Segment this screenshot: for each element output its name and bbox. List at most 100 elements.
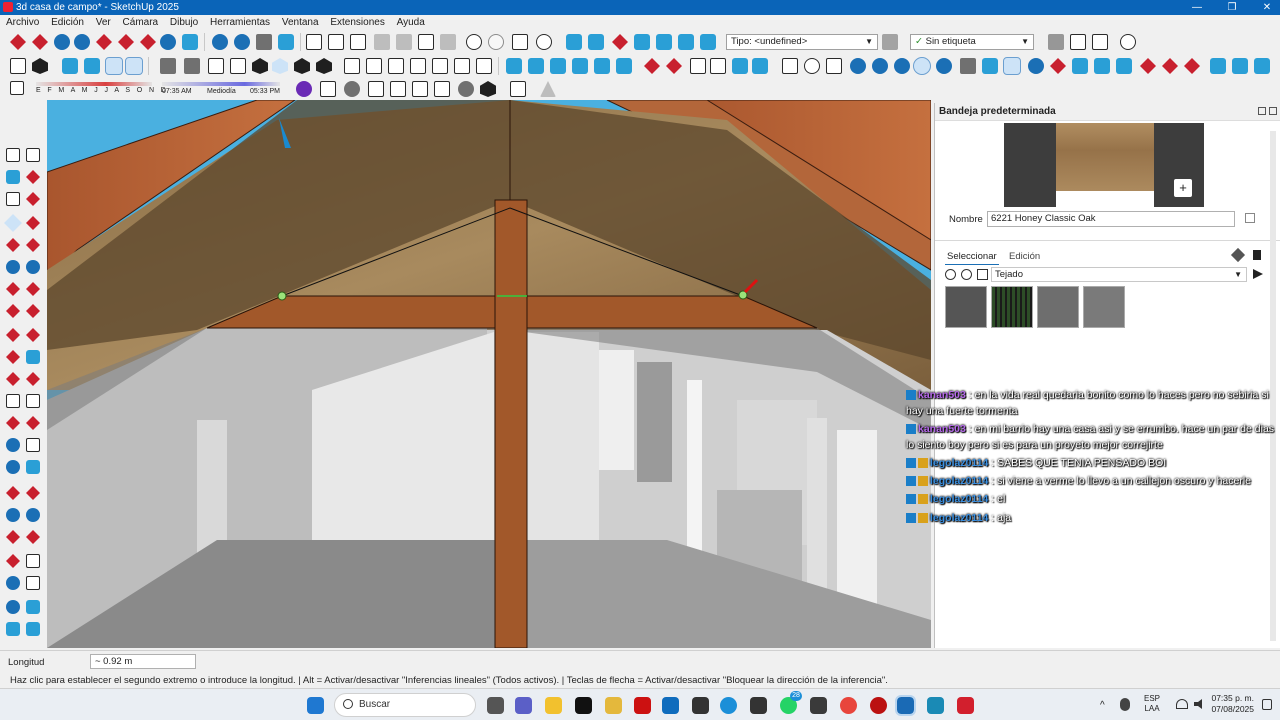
zoom-extents-icon[interactable] [96, 34, 112, 50]
clock[interactable]: 07:35 p. m. 07/08/2025 [1208, 693, 1254, 715]
save-icon[interactable] [350, 34, 366, 50]
expand-icon[interactable] [1253, 269, 1263, 279]
add-point-icon[interactable] [1028, 58, 1044, 74]
text-icon[interactable] [710, 58, 726, 74]
print-icon[interactable] [512, 34, 528, 50]
edge-icon[interactable] [720, 697, 737, 714]
freehand-icon[interactable] [26, 216, 40, 230]
details-icon[interactable] [1253, 250, 1261, 260]
axes-tool-icon[interactable] [26, 416, 40, 430]
time-slider[interactable] [162, 82, 280, 86]
layout-icon[interactable] [927, 697, 944, 714]
menu-archivo[interactable]: Archivo [0, 15, 42, 30]
hex6-icon[interactable] [1184, 58, 1200, 74]
hex2-icon[interactable] [1094, 58, 1110, 74]
drop-icon[interactable] [850, 58, 866, 74]
previous-view-icon[interactable] [118, 34, 134, 50]
protractor-icon[interactable] [26, 394, 40, 408]
smoove-icon[interactable] [666, 58, 682, 74]
eraser2-icon[interactable] [26, 192, 40, 206]
component-options-icon[interactable] [234, 34, 250, 50]
arc3-icon[interactable] [6, 304, 20, 318]
layers-icon[interactable] [6, 622, 20, 636]
follow-me-icon[interactable] [634, 34, 650, 50]
settings-icon[interactable] [804, 58, 820, 74]
component-attributes-icon[interactable] [256, 34, 272, 50]
menu-edicion[interactable]: Edición [45, 15, 87, 30]
tray-scrollbar[interactable] [1270, 131, 1276, 641]
3dtext-tool-icon[interactable] [26, 460, 40, 474]
tag-dropdown[interactable]: ✓ Sin etiqueta ▼ [910, 34, 1034, 50]
label-icon[interactable] [26, 438, 40, 452]
tiktok-icon[interactable] [575, 697, 592, 714]
orbit-tool-icon[interactable] [6, 460, 20, 474]
outer-shell-icon[interactable] [678, 34, 694, 50]
select-icon[interactable] [6, 148, 20, 162]
zoom-extents-tool-icon[interactable] [6, 530, 20, 544]
house-bottom-icon[interactable] [454, 58, 470, 74]
volume-icon[interactable] [1194, 699, 1202, 709]
erase-icon[interactable] [440, 34, 456, 50]
tag-paint-icon[interactable] [6, 192, 20, 206]
section-plane-icon[interactable] [566, 34, 582, 50]
hex3-icon[interactable] [1116, 58, 1132, 74]
netflix-icon[interactable] [634, 697, 651, 714]
camera-icon[interactable] [368, 81, 384, 97]
menu-dibujo[interactable]: Dibujo [164, 15, 201, 30]
position-camera-icon[interactable] [182, 34, 198, 50]
pan2-icon[interactable] [26, 486, 40, 500]
polygon-icon[interactable] [26, 260, 40, 274]
iso-view-icon[interactable] [160, 58, 176, 74]
opera-icon[interactable] [870, 697, 887, 714]
zoom-icon[interactable] [54, 34, 70, 50]
close-button[interactable]: ✕ [1250, 0, 1280, 15]
duplicate-material-icon[interactable] [1245, 213, 1255, 223]
cut-icon[interactable] [374, 34, 390, 50]
xray-icon[interactable] [84, 58, 100, 74]
house-back-icon[interactable] [410, 58, 426, 74]
rotated-rect-icon[interactable] [26, 238, 40, 252]
sketchup-taskbar-icon[interactable] [895, 695, 916, 716]
scenes-icon[interactable] [1092, 34, 1108, 50]
new-file-icon[interactable] [306, 34, 322, 50]
folder-app-icon[interactable] [605, 697, 622, 714]
back-icon[interactable] [945, 269, 956, 280]
fog-icon[interactable] [344, 81, 360, 97]
new-model-icon[interactable] [10, 58, 26, 74]
hex4-icon[interactable] [1140, 58, 1156, 74]
model-info-icon[interactable] [536, 34, 552, 50]
shaded-textures-icon[interactable] [125, 57, 143, 75]
snapshot-icon[interactable] [412, 81, 428, 97]
arc2-icon[interactable] [26, 282, 40, 296]
grid2-icon[interactable] [1232, 58, 1248, 74]
followme-icon[interactable] [26, 350, 40, 364]
model-viewport[interactable] [47, 100, 931, 648]
solid-intersect-icon[interactable] [572, 58, 588, 74]
menu-ventana[interactable]: Ventana [276, 15, 322, 30]
gear-icon[interactable] [212, 34, 228, 50]
line-split-icon[interactable] [1050, 58, 1066, 74]
outlook-icon[interactable] [662, 697, 679, 714]
redo-icon[interactable] [488, 34, 504, 50]
gear-tool-icon[interactable] [6, 600, 20, 614]
orbit-icon[interactable] [62, 58, 78, 74]
back-view-icon[interactable] [252, 58, 268, 74]
stack-icon[interactable] [510, 81, 526, 97]
solid-trim-icon[interactable] [550, 58, 566, 74]
close-tray-icon[interactable] [1269, 107, 1277, 115]
house-iso-icon[interactable] [476, 58, 492, 74]
month-slider[interactable] [36, 82, 152, 86]
acrobat-icon[interactable] [957, 697, 974, 714]
text-tool-icon[interactable] [6, 438, 20, 452]
close-x-icon[interactable] [826, 58, 842, 74]
drop3-icon[interactable] [894, 58, 910, 74]
eraser-icon[interactable] [26, 170, 40, 184]
walk-icon[interactable] [140, 34, 156, 50]
top-view-icon[interactable] [184, 58, 200, 74]
chrome-icon[interactable] [840, 697, 857, 714]
terminal-icon[interactable] [692, 697, 709, 714]
undo-icon[interactable] [466, 34, 482, 50]
language-indicator[interactable]: ESP LAA [1144, 694, 1160, 714]
maximize-button[interactable]: ❐ [1215, 0, 1249, 15]
search-box[interactable]: Buscar [334, 693, 476, 717]
